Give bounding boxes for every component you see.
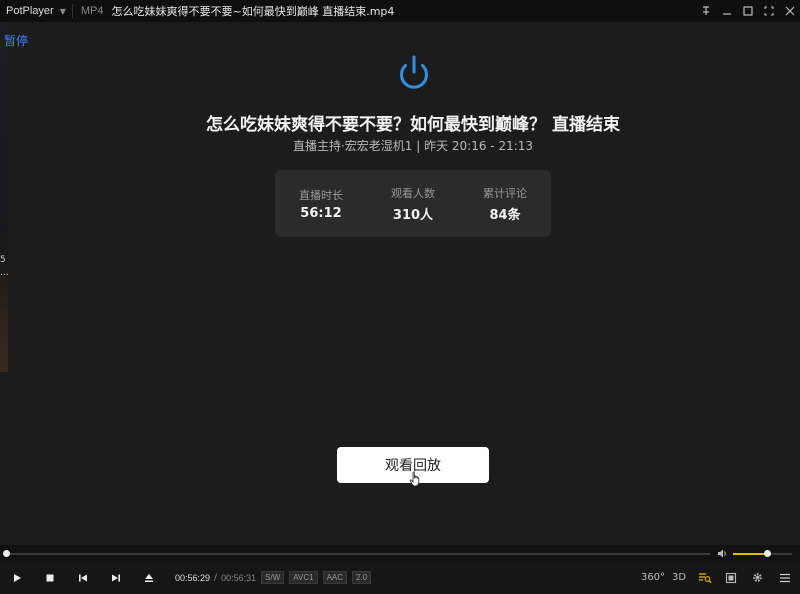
file-title: 怎么吃妹妹爽得不要不要~如何最快到巅峰 直播结束.mp4 <box>111 5 395 18</box>
stat-value: 310人 <box>392 207 434 223</box>
left-video-edge <box>0 22 8 372</box>
stat-label: 累计评论 <box>483 186 527 200</box>
seek-handle[interactable] <box>3 550 10 557</box>
close-icon[interactable] <box>779 0 800 22</box>
right-controls: 360° 3D <box>640 561 800 594</box>
audio-codec-badge[interactable]: AAC <box>322 571 348 584</box>
stat-value: 56:12 <box>300 205 342 221</box>
volume-icon[interactable] <box>717 548 728 559</box>
pin-icon[interactable] <box>695 0 716 22</box>
divider <box>71 4 73 18</box>
video-codec-badge[interactable]: AVC1 <box>289 571 318 584</box>
3d-button[interactable]: 3D <box>666 561 692 594</box>
stop-icon[interactable] <box>33 561 66 594</box>
control-bar: 00:56:29 / 00:56:31 S/W AVC1 AAC 2.0 360… <box>0 561 800 594</box>
subtitle-icon[interactable] <box>718 561 744 594</box>
stat-label: 观看人数 <box>391 186 435 200</box>
osd-status: 暂停 <box>4 34 29 48</box>
minimize-icon[interactable] <box>716 0 737 22</box>
volume-handle[interactable] <box>764 550 772 557</box>
eject-icon[interactable] <box>132 561 165 594</box>
stream-title: 怎么吃妹妹爽得不要不要？如何最快到巅峰？ 直播结束 <box>206 115 620 135</box>
playlist-search-icon[interactable] <box>692 561 718 594</box>
time-separator: / <box>214 572 218 583</box>
seek-row <box>0 545 800 561</box>
total-time: 00:56:31 <box>221 572 257 583</box>
format-label: MP4 <box>80 5 104 17</box>
next-icon[interactable] <box>99 561 132 594</box>
stat-viewers: 观看人数 310人 <box>367 170 459 237</box>
audio-channels-badge[interactable]: 2.0 <box>352 571 372 584</box>
gear-icon[interactable] <box>744 561 770 594</box>
menu-icon[interactable] <box>770 561 800 594</box>
power-icon <box>400 55 428 89</box>
chevron-down-icon[interactable]: ▼ <box>60 7 66 16</box>
edge-text: 5 <box>0 255 6 265</box>
app-menu-button[interactable]: PotPlayer <box>0 5 54 17</box>
play-icon[interactable] <box>0 561 33 594</box>
maximize-icon[interactable] <box>737 0 758 22</box>
stat-duration: 直播时长 56:12 <box>275 170 367 237</box>
stat-label: 直播时长 <box>299 188 343 202</box>
fullscreen-icon[interactable] <box>758 0 779 22</box>
stats-panel: 直播时长 56:12 观看人数 310人 累计评论 84条 <box>275 170 551 237</box>
current-time: 00:56:29 <box>175 572 211 583</box>
vr-360-button[interactable]: 360° <box>640 561 666 594</box>
stat-comments: 累计评论 84条 <box>459 170 551 237</box>
seek-bar[interactable] <box>6 553 710 555</box>
decoder-badge[interactable]: S/W <box>261 571 285 584</box>
window-controls <box>695 0 800 22</box>
title-bar: PotPlayer ▼ MP4 怎么吃妹妹爽得不要不要~如何最快到巅峰 直播结束… <box>0 0 800 22</box>
stat-value: 84条 <box>489 207 521 223</box>
stream-meta: 直播主持·宏宏老湿机1 | 昨天 20:16 - 21:13 <box>292 139 534 153</box>
volume-level <box>733 553 768 555</box>
hand-cursor-icon <box>409 471 420 487</box>
previous-icon[interactable] <box>66 561 99 594</box>
edge-text: ... <box>0 268 9 278</box>
